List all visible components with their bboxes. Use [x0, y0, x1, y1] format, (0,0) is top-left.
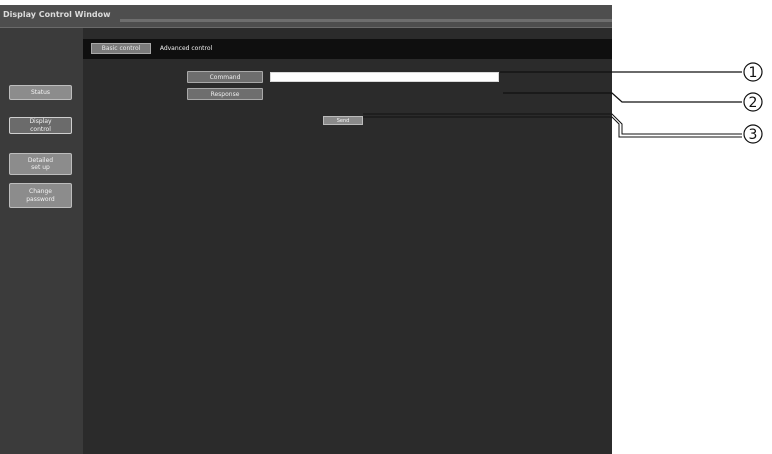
callout-marker-2: 2 [743, 92, 763, 112]
send-button[interactable]: Send [323, 116, 363, 125]
window-titlebar: Display Control Window [0, 5, 612, 28]
callout-number-3: 3 [749, 127, 758, 143]
main-content: Basic control Advanced control Command R… [83, 28, 612, 454]
command-input[interactable] [270, 72, 499, 82]
page: Display Control Window Status Display co… [0, 0, 772, 454]
window-title: Display Control Window [3, 10, 111, 19]
response-label: Response [187, 88, 263, 100]
sidebar: Status Display control Detailed set up C… [0, 28, 83, 454]
titlebar-divider [120, 19, 612, 22]
sidebar-item-change-password[interactable]: Change password [9, 183, 72, 208]
tab-basic-control[interactable]: Basic control [91, 43, 151, 54]
display-control-window: Display Control Window Status Display co… [0, 5, 612, 454]
callout-number-1: 1 [749, 65, 758, 81]
sidebar-item-status[interactable]: Status [9, 85, 72, 100]
tab-bar: Basic control Advanced control [83, 39, 612, 59]
sidebar-item-detailed-set-up[interactable]: Detailed set up [9, 153, 72, 175]
command-label: Command [187, 71, 263, 83]
callout-marker-3: 3 [743, 124, 763, 144]
sidebar-item-display-control[interactable]: Display control [9, 117, 72, 134]
response-value [270, 90, 499, 98]
callout-marker-1: 1 [743, 62, 763, 82]
tab-advanced-control[interactable]: Advanced control [155, 43, 217, 54]
callout-number-2: 2 [749, 95, 758, 111]
